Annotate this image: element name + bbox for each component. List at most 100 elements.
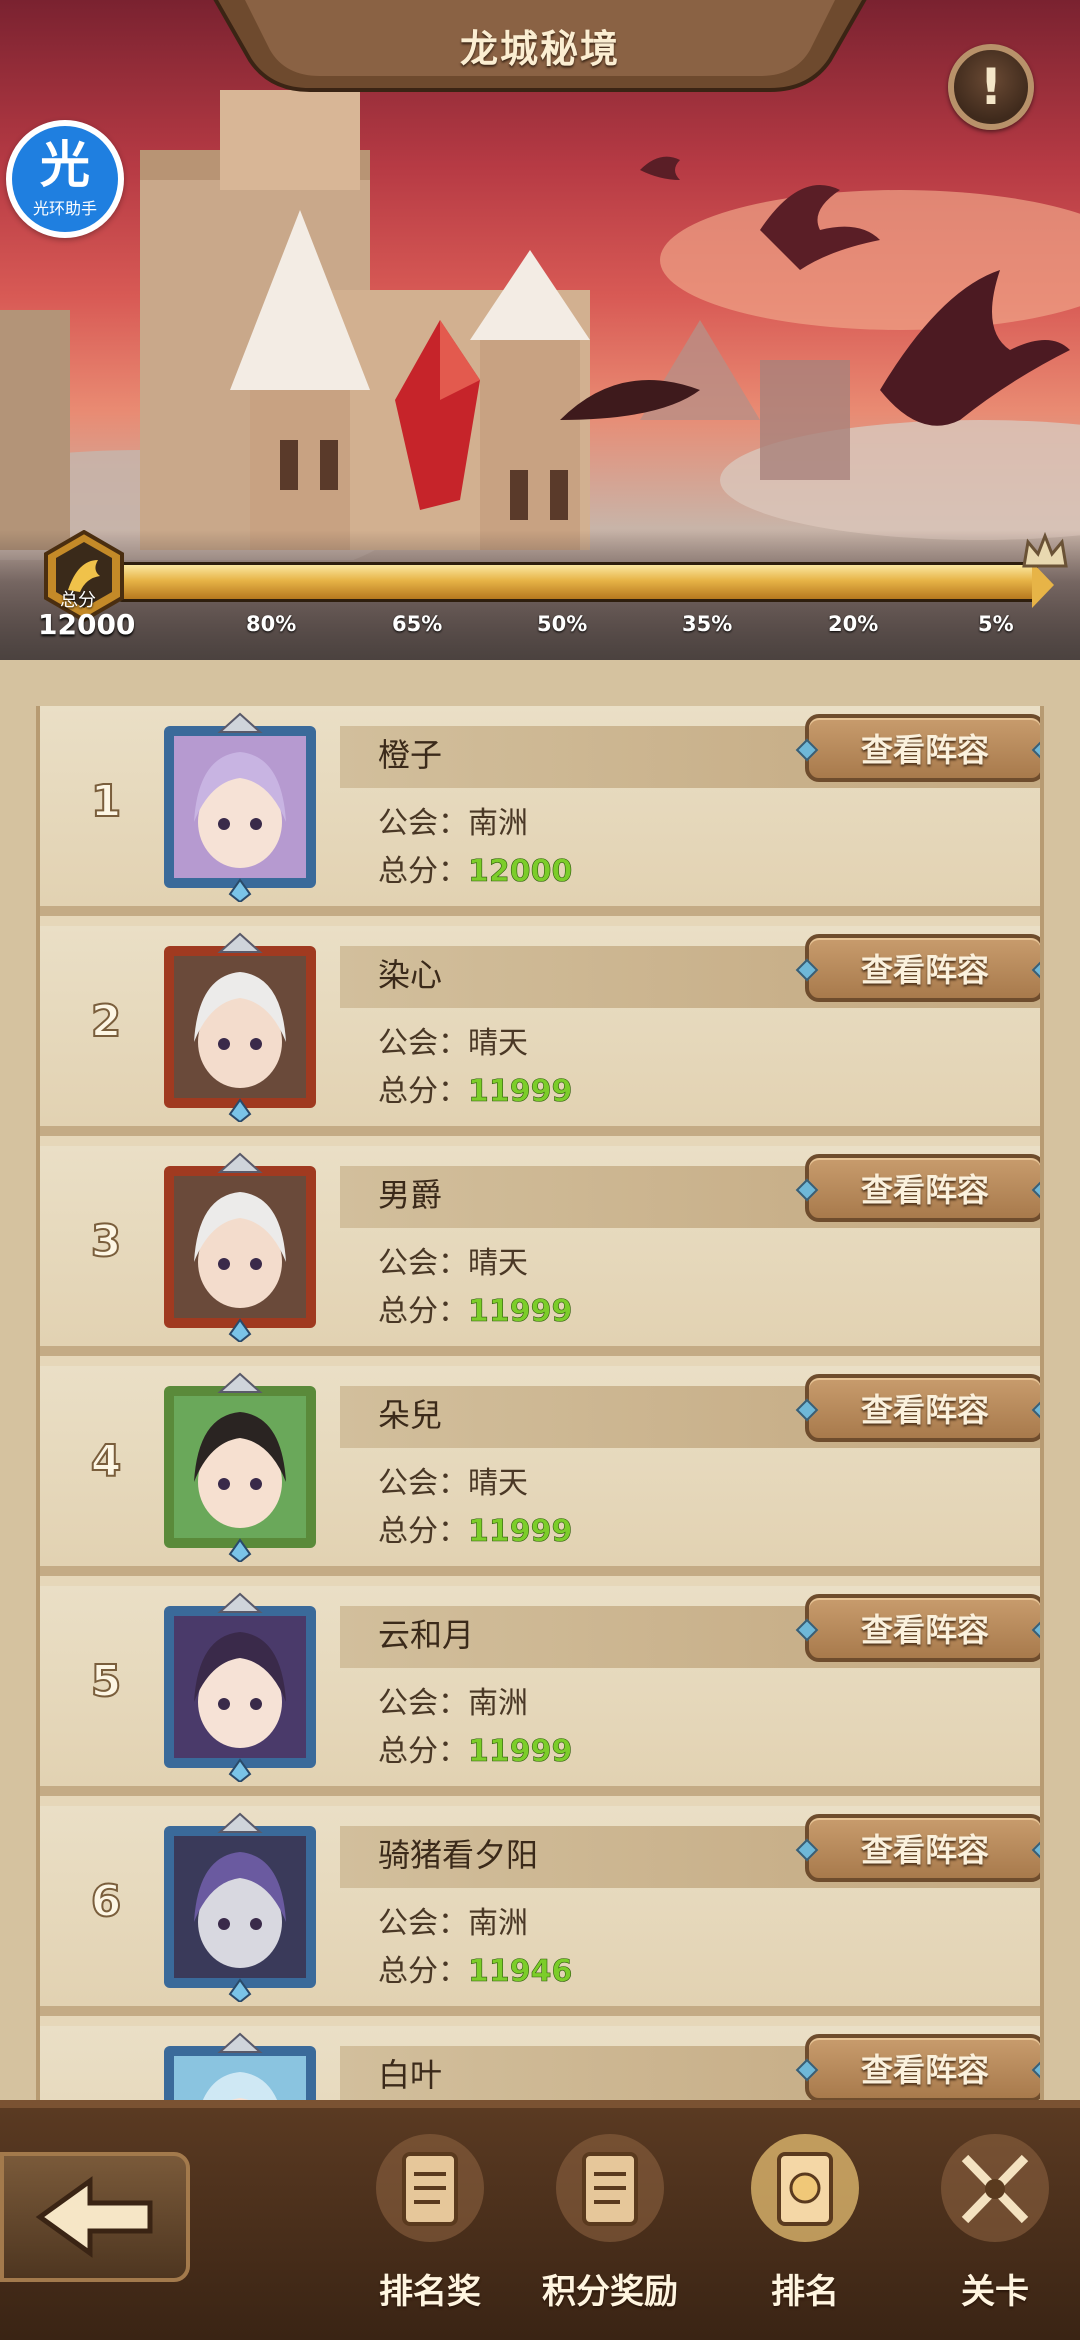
guild-label: 公会： — [378, 1246, 468, 1281]
rank-number: 6 — [90, 1875, 123, 1928]
ranking-scroll-icon — [751, 2134, 859, 2242]
view-lineup-button[interactable]: 查看阵容 — [805, 2034, 1040, 2102]
percent-mark: 5% — [978, 612, 1014, 636]
guild-label: 公会： — [378, 1686, 468, 1721]
score-label: 总分： — [378, 1074, 468, 1109]
banner: 龙城秘境 ! 光 光环助手 总分 12000 80% 65% 50% 35% 2… — [0, 0, 1080, 660]
score-line: 总分：11999 — [378, 1726, 573, 1770]
masked-white-haired-avatar-icon — [164, 932, 316, 1122]
player-name: 朵兒 — [378, 1396, 443, 1434]
rank-number: 2 — [90, 995, 123, 1048]
guild-name: 南洲 — [468, 1686, 528, 1721]
score-line: 总分：11999 — [378, 1286, 573, 1330]
list-item: 2 染心 公会：晴天 总分：11999 查看阵容 — [40, 926, 1040, 1136]
score-value: 11999 — [468, 1074, 573, 1110]
guild-label: 公会： — [378, 1906, 468, 1941]
score-label: 总分： — [378, 1734, 468, 1769]
rank-number: 5 — [90, 1655, 123, 1708]
guild-label: 公会： — [378, 806, 468, 841]
rank-number: 4 — [90, 1435, 123, 1488]
tab-label: 排名奖 — [379, 2272, 481, 2312]
score-label: 总分： — [378, 854, 468, 889]
score-value: 11999 — [468, 1514, 573, 1550]
score-label: 总分： — [378, 1294, 468, 1329]
helper-badge[interactable]: 光 光环助手 — [6, 120, 124, 238]
helper-label: 光环助手 — [32, 199, 97, 218]
list-item: 4 朵兒 公会：晴天 总分：11999 查看阵容 — [40, 1366, 1040, 1576]
tab-points-reward[interactable]: 积分奖励 — [525, 2128, 695, 2338]
percent-mark: 50% — [537, 612, 588, 636]
list-item: 6 骑猪看夕阳 公会：南洲 总分：11946 查看阵容 — [40, 1806, 1040, 2016]
guild-name: 晴天 — [468, 1026, 528, 1061]
guild-name: 晴天 — [468, 1246, 528, 1281]
tab-rank-reward[interactable]: 排名奖 — [345, 2128, 515, 2338]
score-label: 总分： — [378, 1954, 468, 1989]
guild-name: 南洲 — [468, 806, 528, 841]
blue-crown-avatar-icon — [164, 2032, 316, 2106]
score-value: 11999 — [468, 1734, 573, 1770]
player-name: 男爵 — [378, 1176, 443, 1214]
guild-line: 公会：南洲 — [378, 1678, 528, 1722]
player-name: 白叶 — [378, 2056, 443, 2094]
view-lineup-button[interactable]: 查看阵容 — [805, 1814, 1040, 1882]
player-name: 橙子 — [378, 736, 443, 774]
horned-elf-avatar-icon — [164, 1592, 316, 1782]
score-line: 总分：12000 — [378, 846, 573, 890]
guild-line: 公会：南洲 — [378, 1898, 528, 1942]
guild-name: 南洲 — [468, 1906, 528, 1941]
exclamation-icon: ! — [979, 58, 1003, 116]
player-name: 骑猪看夕阳 — [378, 1836, 539, 1874]
total-score: 12000 — [38, 608, 136, 641]
guild-line: 公会：晴天 — [378, 1238, 528, 1282]
score-value: 12000 — [468, 854, 573, 890]
player-name: 云和月 — [378, 1616, 475, 1654]
tab-label: 关卡 — [961, 2272, 1029, 2312]
player-name: 染心 — [378, 956, 443, 994]
stage-crossed-swords-icon — [941, 2134, 1049, 2242]
list-item: 5 云和月 公会：南洲 总分：11999 查看阵容 — [40, 1586, 1040, 1796]
tab-stage[interactable]: 关卡 — [910, 2128, 1080, 2338]
percent-mark: 35% — [682, 612, 733, 636]
helper-glyph: 光 — [40, 136, 90, 194]
rank-number: 1 — [90, 775, 123, 828]
crown-icon — [1022, 532, 1068, 568]
list-item: 3 男爵 公会：晴天 总分：11999 查看阵容 — [40, 1146, 1040, 1356]
skull-knight-avatar-icon — [164, 1812, 316, 2002]
rank-number: 3 — [90, 1215, 123, 1268]
view-lineup-button[interactable]: 查看阵容 — [805, 1154, 1040, 1222]
list-item: 1 橙子 公会：南洲 总分：12000 查看阵容 — [40, 706, 1040, 916]
score-value: 11999 — [468, 1294, 573, 1330]
view-lineup-button[interactable]: 查看阵容 — [805, 934, 1040, 1002]
list-item: 白叶 查看阵容 — [40, 2026, 1040, 2106]
progress-track — [118, 562, 1038, 602]
points-reward-scroll-icon — [556, 2134, 664, 2242]
rank-reward-scroll-icon — [376, 2134, 484, 2242]
score-value: 11946 — [468, 1954, 573, 1990]
tab-label: 排名 — [771, 2272, 839, 2312]
score-line: 总分：11999 — [378, 1066, 573, 1110]
purple-haired-vampire-avatar-icon — [164, 712, 316, 902]
score-progress: 总分 12000 80% 65% 50% 35% 20% 5% — [0, 530, 1080, 660]
score-label: 总分： — [378, 1514, 468, 1549]
percent-mark: 80% — [246, 612, 297, 636]
title-plaque: 龙城秘境 — [210, 0, 870, 110]
masked-white-haired-avatar-icon — [164, 1152, 316, 1342]
guild-line: 公会：晴天 — [378, 1018, 528, 1062]
score-line: 总分：11999 — [378, 1506, 573, 1550]
back-arrow-icon — [35, 2176, 153, 2258]
view-lineup-button[interactable]: 查看阵容 — [805, 1594, 1040, 1662]
view-lineup-button[interactable]: 查看阵容 — [805, 714, 1040, 782]
ranking-list[interactable]: 1 橙子 公会：南洲 总分：12000 查看阵容 2 染心 公会：晴天 总分：1… — [36, 706, 1044, 2106]
score-line: 总分：11946 — [378, 1946, 573, 1990]
guild-name: 晴天 — [468, 1466, 528, 1501]
progress-fill — [121, 565, 1035, 599]
bottom-nav: 排名奖 积分奖励 排名 关卡 — [0, 2100, 1080, 2340]
back-button[interactable] — [0, 2152, 190, 2282]
info-button[interactable]: ! — [948, 44, 1034, 130]
guild-label: 公会： — [378, 1466, 468, 1501]
tab-ranking[interactable]: 排名 — [720, 2128, 890, 2338]
guild-label: 公会： — [378, 1026, 468, 1061]
percent-mark: 20% — [828, 612, 879, 636]
tab-label: 积分奖励 — [542, 2272, 678, 2312]
view-lineup-button[interactable]: 查看阵容 — [805, 1374, 1040, 1442]
